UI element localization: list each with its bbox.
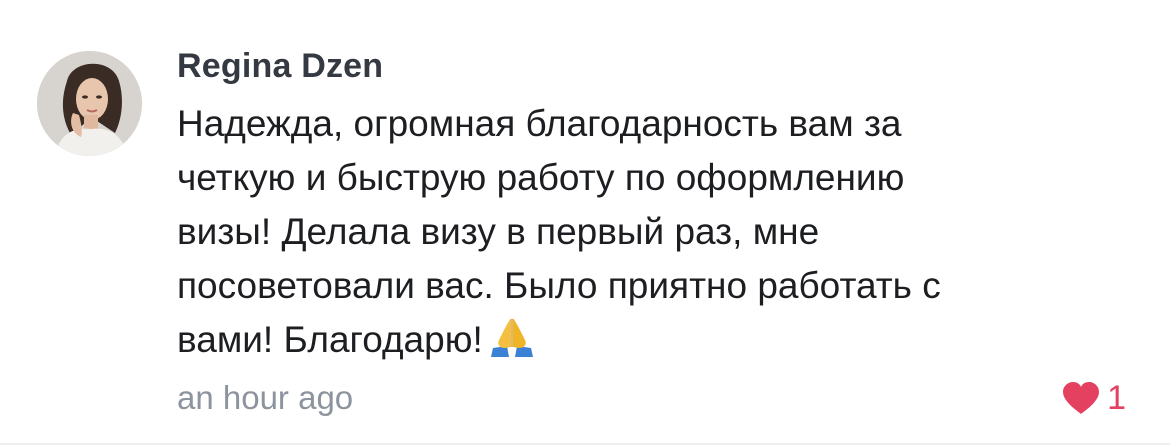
comment-text-line: вами! Благодарю! <box>177 319 483 360</box>
avatar[interactable] <box>37 51 142 156</box>
comment-text-line: четкую и быструю работу по оформлению <box>177 157 905 198</box>
comment-text-line: Надежда, огромная благодарность вам за <box>177 103 902 144</box>
comment-text-line: посоветовали вас. Было приятно работать … <box>177 265 941 306</box>
comment-text-line: визы! Делала визу в первый раз, мне <box>177 211 820 252</box>
like-count: 1 <box>1107 379 1126 417</box>
like-button[interactable]: 1 <box>1061 376 1126 420</box>
comment-item: Regina Dzen Надежда, огромная благодарно… <box>0 0 1170 445</box>
comment-timestamp[interactable]: an hour ago <box>177 376 353 420</box>
avatar-photo <box>37 51 142 156</box>
comment-text-last-line: вами! Благодарю! <box>177 313 1137 373</box>
folded-hands-emoji <box>489 316 535 373</box>
heart-icon <box>1063 382 1100 414</box>
comment-author[interactable]: Regina Dzen <box>177 44 383 88</box>
comment-text: Надежда, огромная благодарность вам за ч… <box>177 97 1137 373</box>
